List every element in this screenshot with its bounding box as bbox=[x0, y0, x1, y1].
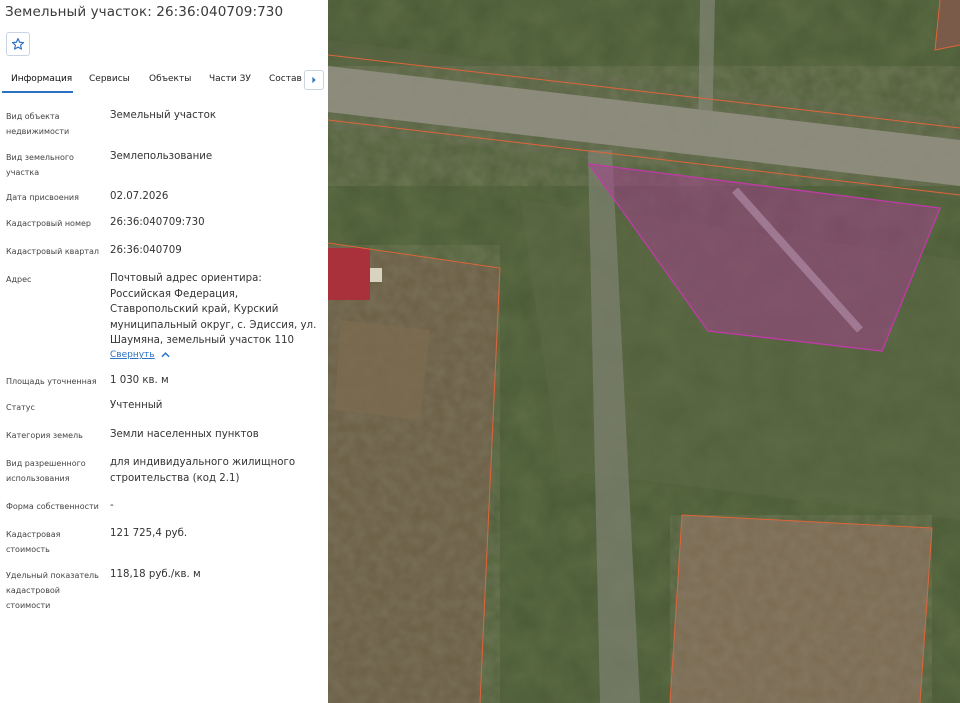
object-type-value: Земельный участок bbox=[110, 110, 217, 121]
area-label: Площадь уточненная bbox=[6, 377, 97, 386]
land-type-value: Землепользование bbox=[110, 151, 213, 162]
map-canvas[interactable] bbox=[328, 0, 960, 703]
assign-date-label: Дата присвоения bbox=[6, 193, 79, 202]
land-type-label: Вид земельного участка bbox=[6, 153, 74, 177]
tab-composition[interactable]: Состав bbox=[269, 74, 302, 84]
favorite-button[interactable] bbox=[6, 32, 30, 56]
ownership-value: - bbox=[110, 500, 114, 511]
info-panel: Земельный участок: 26:36:040709:730 Инфо… bbox=[0, 0, 328, 703]
cadastral-number-label: Кадастровый номер bbox=[6, 219, 91, 228]
address-value: Почтовый адрес ориентира: Российская Фед… bbox=[110, 273, 317, 346]
cadastral-value-label: Кадастровая стоимость bbox=[6, 530, 61, 554]
tabs-scroll-right-button[interactable] bbox=[304, 70, 324, 90]
collapse-link-label: Свернуть bbox=[110, 350, 155, 360]
cadastral-value-value: 121 725,4 руб. bbox=[110, 528, 188, 539]
land-category-value: Земли населенных пунктов bbox=[110, 429, 259, 440]
area-value: 1 030 кв. м bbox=[110, 375, 169, 386]
permitted-use-label: Вид разрешенного использования bbox=[6, 459, 86, 483]
page-title: Земельный участок: 26:36:040709:730 bbox=[5, 4, 284, 20]
land-category-label: Категория земель bbox=[6, 431, 83, 440]
plot-bottom-right-texture bbox=[670, 515, 932, 703]
tab-parts[interactable]: Части ЗУ bbox=[209, 74, 251, 84]
address-label: Адрес bbox=[6, 275, 32, 284]
chevron-up-icon bbox=[161, 352, 170, 358]
yard bbox=[335, 320, 430, 420]
cadastral-number-value: 26:36:040709:730 bbox=[110, 217, 205, 228]
specific-value-label: Удельный показатель кадастровой стоимост… bbox=[6, 571, 99, 610]
collapse-address-link[interactable]: Свернуть bbox=[110, 350, 170, 360]
specific-value-value: 118,18 руб./кв. м bbox=[110, 569, 201, 580]
chevron-right-icon bbox=[312, 76, 316, 84]
object-type-label: Вид объекта недвижимости bbox=[6, 112, 70, 136]
red-roof-building bbox=[328, 248, 370, 300]
cadastral-quarter-value: 26:36:040709 bbox=[110, 245, 182, 256]
tab-objects[interactable]: Объекты bbox=[149, 74, 191, 84]
tab-services[interactable]: Сервисы bbox=[89, 74, 130, 84]
permitted-use-value: для индивидуального жилищного строительс… bbox=[110, 457, 296, 484]
cadastral-quarter-label: Кадастровый квартал bbox=[6, 247, 100, 256]
ownership-label: Форма собственности bbox=[6, 502, 99, 511]
status-label: Статус bbox=[6, 403, 35, 412]
active-tab-indicator bbox=[2, 91, 73, 93]
tab-info[interactable]: Информация bbox=[11, 74, 72, 84]
white-roof-building bbox=[370, 268, 382, 282]
assign-date-value: 02.07.2026 bbox=[110, 191, 169, 202]
star-outline-icon bbox=[11, 38, 25, 50]
status-value: Учтенный bbox=[110, 400, 163, 411]
residential-texture bbox=[328, 245, 500, 703]
satellite-map[interactable] bbox=[328, 0, 960, 703]
